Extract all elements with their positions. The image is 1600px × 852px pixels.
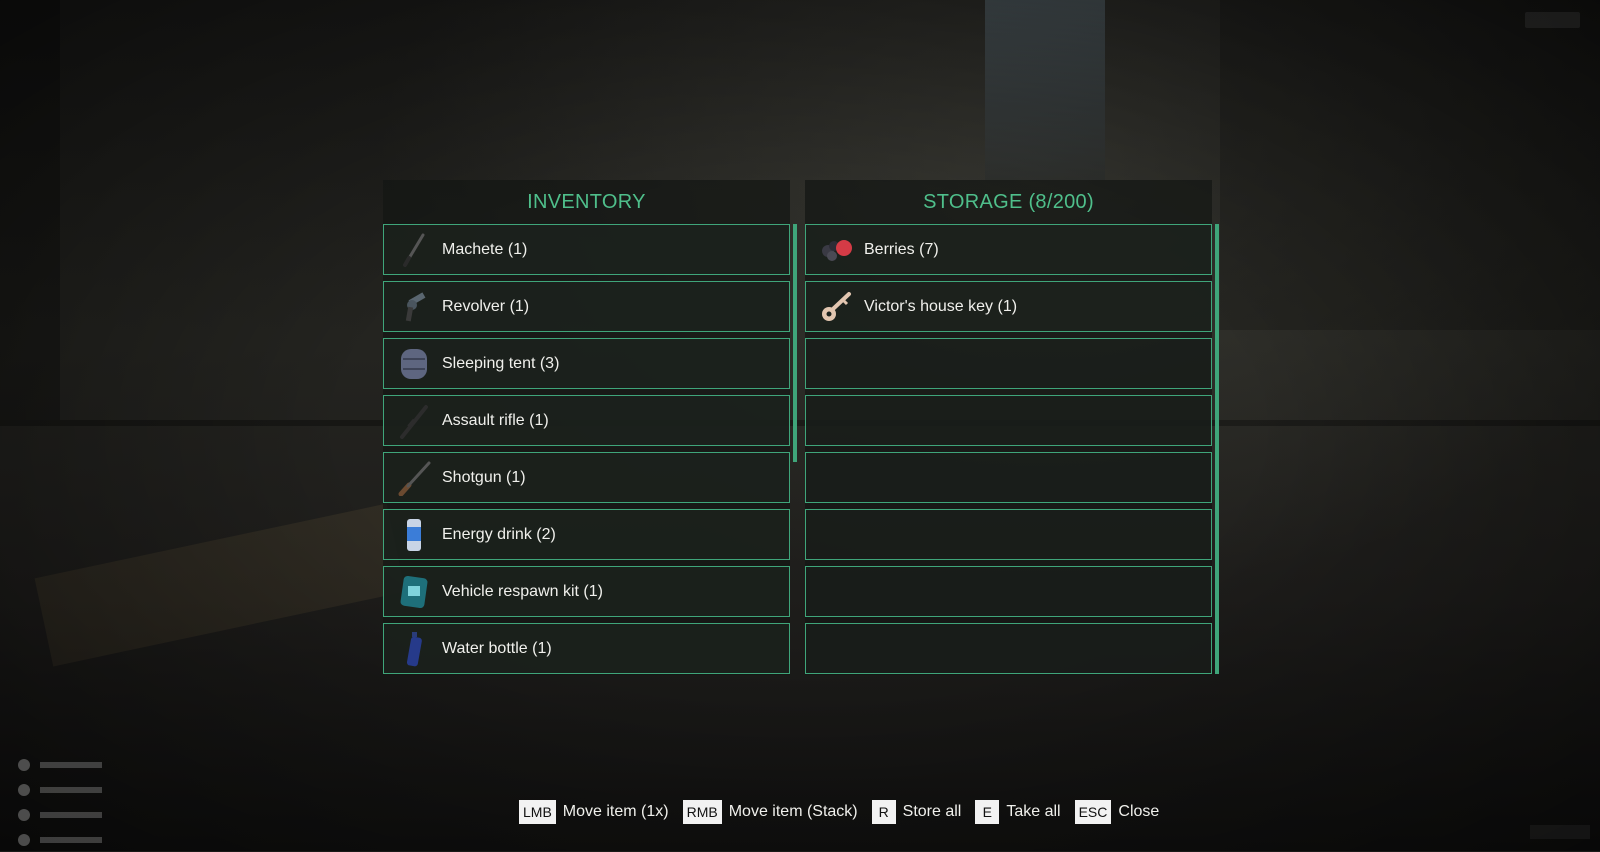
key-badge: E	[975, 800, 999, 824]
inventory-scrollbar[interactable]	[793, 224, 797, 462]
inventory-item-label: Shotgun (1)	[442, 469, 526, 487]
storage-panel: STORAGE (8/200) Berries (7) Victor's hou…	[805, 180, 1212, 675]
inventory-slot[interactable]: Water bottle (1)	[383, 623, 790, 674]
food-icon	[18, 784, 30, 796]
inventory-slot[interactable]: Assault rifle (1)	[383, 395, 790, 446]
health-bar	[40, 762, 102, 768]
stamina-bar	[40, 837, 102, 843]
inventory-slot[interactable]: Machete (1)	[383, 224, 790, 275]
assault-rifle-icon	[396, 403, 432, 439]
storage-slot-empty[interactable]	[805, 566, 1212, 617]
inventory-title: INVENTORY	[383, 180, 790, 224]
inventory-item-label: Sleeping tent (3)	[442, 355, 559, 373]
hud-bottom-right-indicator	[1530, 825, 1590, 839]
inventory-slot[interactable]: Energy drink (2)	[383, 509, 790, 560]
storage-slot-empty[interactable]	[805, 452, 1212, 503]
stamina-status	[18, 827, 118, 852]
storage-slot-empty[interactable]	[805, 623, 1212, 674]
vehicle-respawn-kit-icon	[396, 574, 432, 610]
health-status	[18, 752, 118, 777]
inventory-slot[interactable]: Sleeping tent (3)	[383, 338, 790, 389]
hint-store-all[interactable]: R Store all	[872, 800, 962, 824]
key-badge: ESC	[1075, 800, 1112, 824]
key-badge: RMB	[683, 800, 722, 824]
hint-label: Close	[1118, 803, 1159, 821]
inventory-item-label: Energy drink (2)	[442, 526, 556, 544]
berries-icon	[818, 232, 854, 268]
storage-slot-empty[interactable]	[805, 395, 1212, 446]
water-bar	[40, 812, 102, 818]
storage-scrollbar[interactable]	[1215, 224, 1219, 674]
hint-label: Take all	[1006, 803, 1060, 821]
water-bottle-icon	[396, 631, 432, 667]
key-badge: LMB	[519, 800, 556, 824]
key-icon	[818, 289, 854, 325]
storage-item-label: Victor's house key (1)	[864, 298, 1017, 316]
inventory-item-label: Machete (1)	[442, 241, 527, 259]
background-vignette	[0, 0, 1600, 851]
storage-slot-empty[interactable]	[805, 338, 1212, 389]
hint-label: Store all	[903, 803, 962, 821]
inventory-panel: INVENTORY Machete (1) Revolver (1) Sleep…	[383, 180, 790, 675]
inventory-item-label: Vehicle respawn kit (1)	[442, 583, 603, 601]
game-background	[0, 0, 1600, 851]
water-icon	[18, 809, 30, 821]
inventory-item-label: Revolver (1)	[442, 298, 529, 316]
hint-move-item-single[interactable]: LMB Move item (1x)	[519, 800, 669, 824]
inventory-slot[interactable]: Revolver (1)	[383, 281, 790, 332]
hint-close[interactable]: ESC Close	[1075, 800, 1160, 824]
storage-title: STORAGE (8/200)	[805, 180, 1212, 224]
food-bar	[40, 787, 102, 793]
inventory-slot[interactable]: Shotgun (1)	[383, 452, 790, 503]
energy-drink-icon	[396, 517, 432, 553]
storage-slot-empty[interactable]	[805, 509, 1212, 560]
key-badge: R	[872, 800, 896, 824]
hud-top-right-indicator	[1525, 12, 1580, 28]
key-hints-bar: LMB Move item (1x) RMB Move item (Stack)…	[519, 799, 1173, 825]
hint-take-all[interactable]: E Take all	[975, 800, 1060, 824]
water-status	[18, 802, 118, 827]
inventory-slot[interactable]: Vehicle respawn kit (1)	[383, 566, 790, 617]
player-status-hud	[18, 752, 118, 852]
sleeping-tent-icon	[396, 346, 432, 382]
hint-label: Move item (Stack)	[729, 803, 858, 821]
machete-icon	[396, 232, 432, 268]
shotgun-icon	[396, 460, 432, 496]
food-status	[18, 777, 118, 802]
inventory-item-label: Assault rifle (1)	[442, 412, 549, 430]
stamina-icon	[18, 834, 30, 846]
inventory-item-label: Water bottle (1)	[442, 640, 552, 658]
storage-slot[interactable]: Victor's house key (1)	[805, 281, 1212, 332]
storage-slot[interactable]: Berries (7)	[805, 224, 1212, 275]
revolver-icon	[396, 289, 432, 325]
hint-label: Move item (1x)	[563, 803, 669, 821]
hint-move-item-stack[interactable]: RMB Move item (Stack)	[683, 800, 858, 824]
storage-item-label: Berries (7)	[864, 241, 939, 259]
health-icon	[18, 759, 30, 771]
